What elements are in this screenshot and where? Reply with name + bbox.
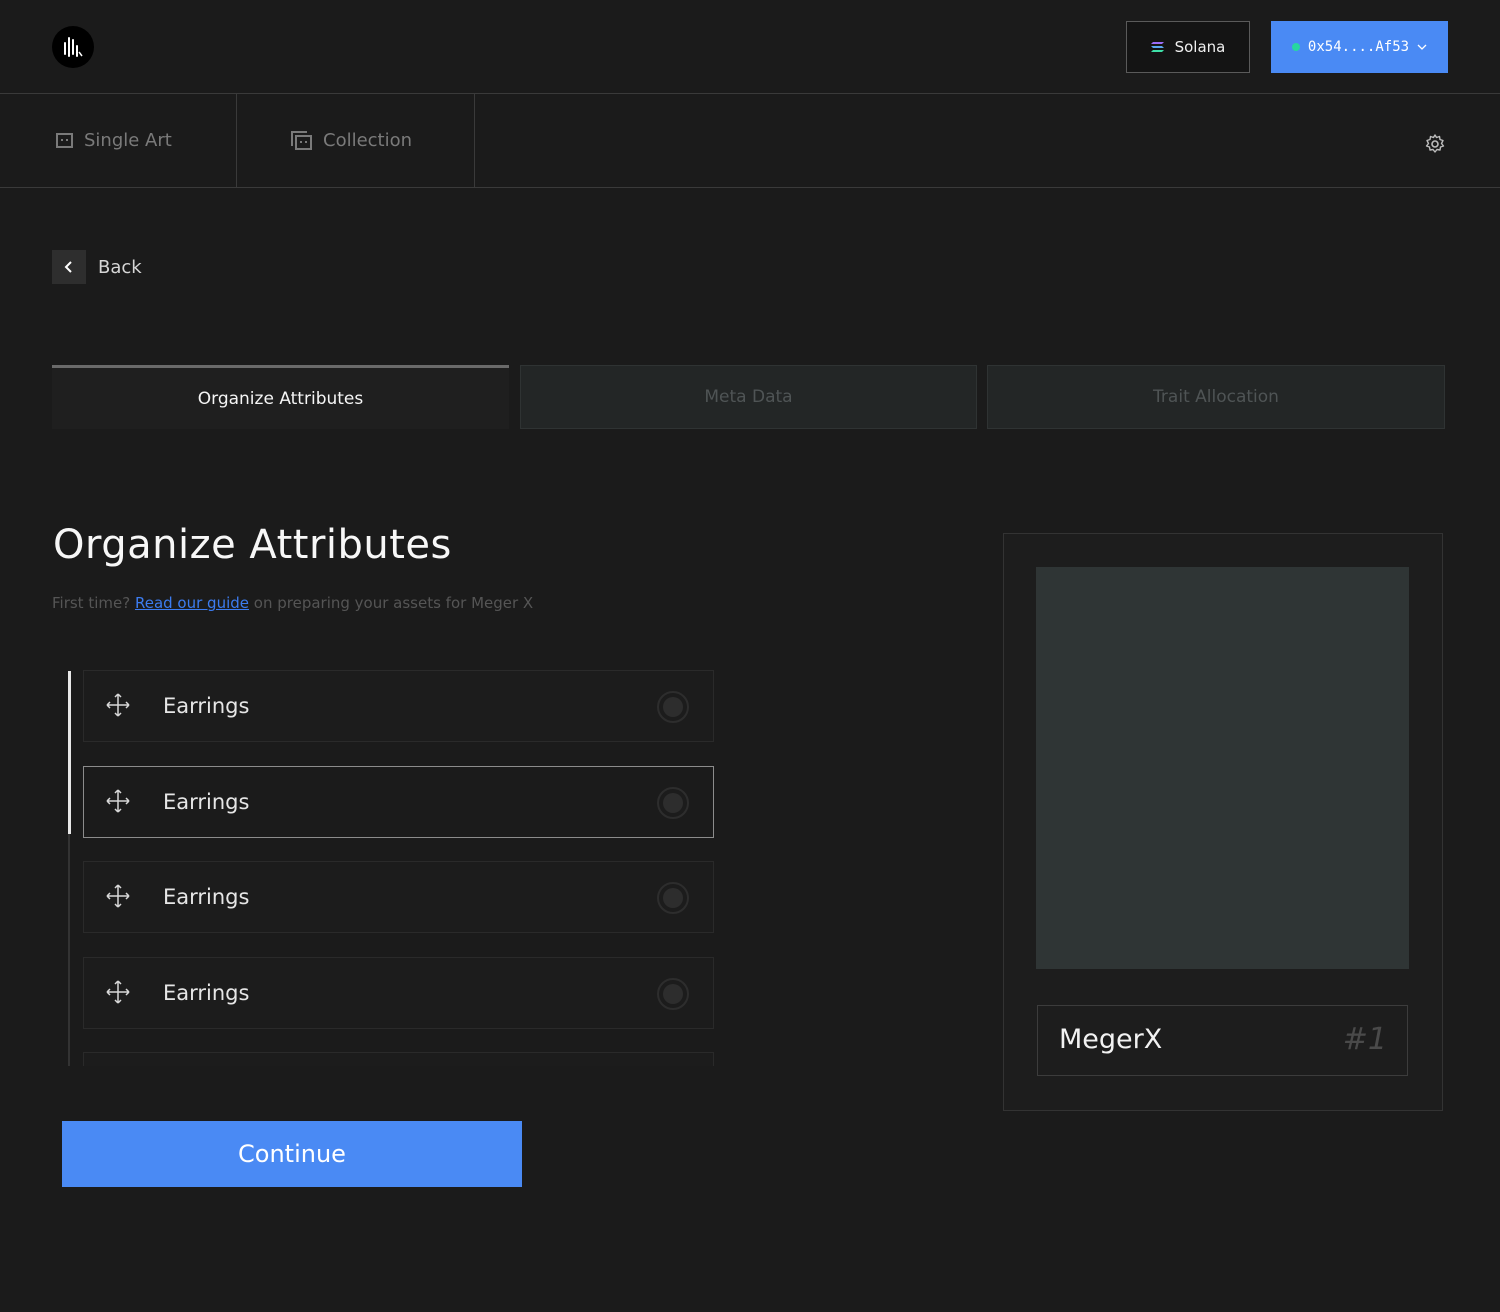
wallet-address: 0x54....Af53 [1307, 39, 1410, 55]
chevron-down-icon [1417, 44, 1427, 50]
back-icon-box [52, 250, 86, 284]
attribute-row[interactable]: Earrings [83, 957, 714, 1029]
move-icon[interactable] [105, 692, 131, 718]
step-organize-attributes[interactable]: Organize Attributes [52, 365, 509, 429]
attribute-label: Earrings [163, 694, 250, 718]
attribute-label: Earrings [163, 981, 250, 1005]
attribute-label: Earrings [163, 885, 250, 909]
logo-icon [64, 37, 83, 57]
mode-tab-bar: Single Art Collection [0, 94, 1500, 188]
attribute-row[interactable]: Earrings [83, 670, 714, 742]
tab-collection-label: Collection [323, 130, 413, 151]
list-scroll-thumb[interactable] [68, 671, 71, 834]
settings-button[interactable] [1424, 133, 1446, 155]
preview-name-box: MegerX #1 [1037, 1005, 1408, 1076]
top-bar: Solana 0x54....Af53 [0, 0, 1500, 94]
page-subtitle: First time? Read our guide on preparing … [52, 594, 533, 612]
preview-card: MegerX #1 [1003, 533, 1443, 1111]
move-icon[interactable] [105, 788, 131, 814]
move-icon[interactable] [105, 979, 131, 1005]
app-logo[interactable] [52, 26, 94, 68]
tab-single-art[interactable]: Single Art [0, 94, 237, 187]
subtitle-suffix: on preparing your assets for Meger X [253, 594, 534, 612]
attribute-row-partial[interactable] [83, 1052, 714, 1066]
attribute-radio[interactable] [657, 787, 689, 819]
preview-name: MegerX [1059, 1024, 1163, 1055]
radio-dot [663, 697, 683, 717]
wallet-button[interactable]: 0x54....Af53 [1271, 21, 1448, 73]
attribute-list: Earrings Earrings Earrings Earrings [83, 670, 715, 1066]
attribute-radio[interactable] [657, 978, 689, 1010]
continue-button[interactable]: Continue [62, 1121, 522, 1187]
back-label: Back [98, 256, 142, 278]
page-title: Organize Attributes [53, 522, 452, 568]
network-label: Solana [1174, 38, 1226, 56]
chevron-left-icon [64, 261, 72, 273]
attribute-row[interactable]: Earrings [83, 766, 714, 838]
move-icon[interactable] [105, 883, 131, 909]
radio-dot [663, 984, 683, 1004]
status-dot [1291, 43, 1300, 51]
guide-link[interactable]: Read our guide [135, 594, 249, 612]
step-meta-data[interactable]: Meta Data [520, 365, 977, 429]
attribute-radio[interactable] [657, 691, 689, 723]
image-icon [56, 132, 73, 148]
attribute-label: Earrings [163, 790, 250, 814]
tab-collection[interactable]: Collection [237, 94, 475, 187]
gear-icon [1425, 134, 1445, 153]
solana-icon [1150, 42, 1164, 52]
tab-single-art-label: Single Art [84, 130, 172, 151]
preview-image-placeholder [1036, 567, 1409, 969]
step-trait-allocation[interactable]: Trait Allocation [987, 365, 1445, 429]
attribute-radio[interactable] [657, 882, 689, 914]
subtitle-prefix: First time? [52, 594, 131, 612]
attribute-row[interactable]: Earrings [83, 861, 714, 933]
radio-dot [663, 793, 683, 813]
radio-dot [663, 888, 683, 908]
back-button[interactable]: Back [52, 250, 142, 284]
network-button[interactable]: Solana [1126, 21, 1250, 73]
preview-number: #1 [1342, 1022, 1387, 1057]
collection-icon [291, 130, 312, 150]
